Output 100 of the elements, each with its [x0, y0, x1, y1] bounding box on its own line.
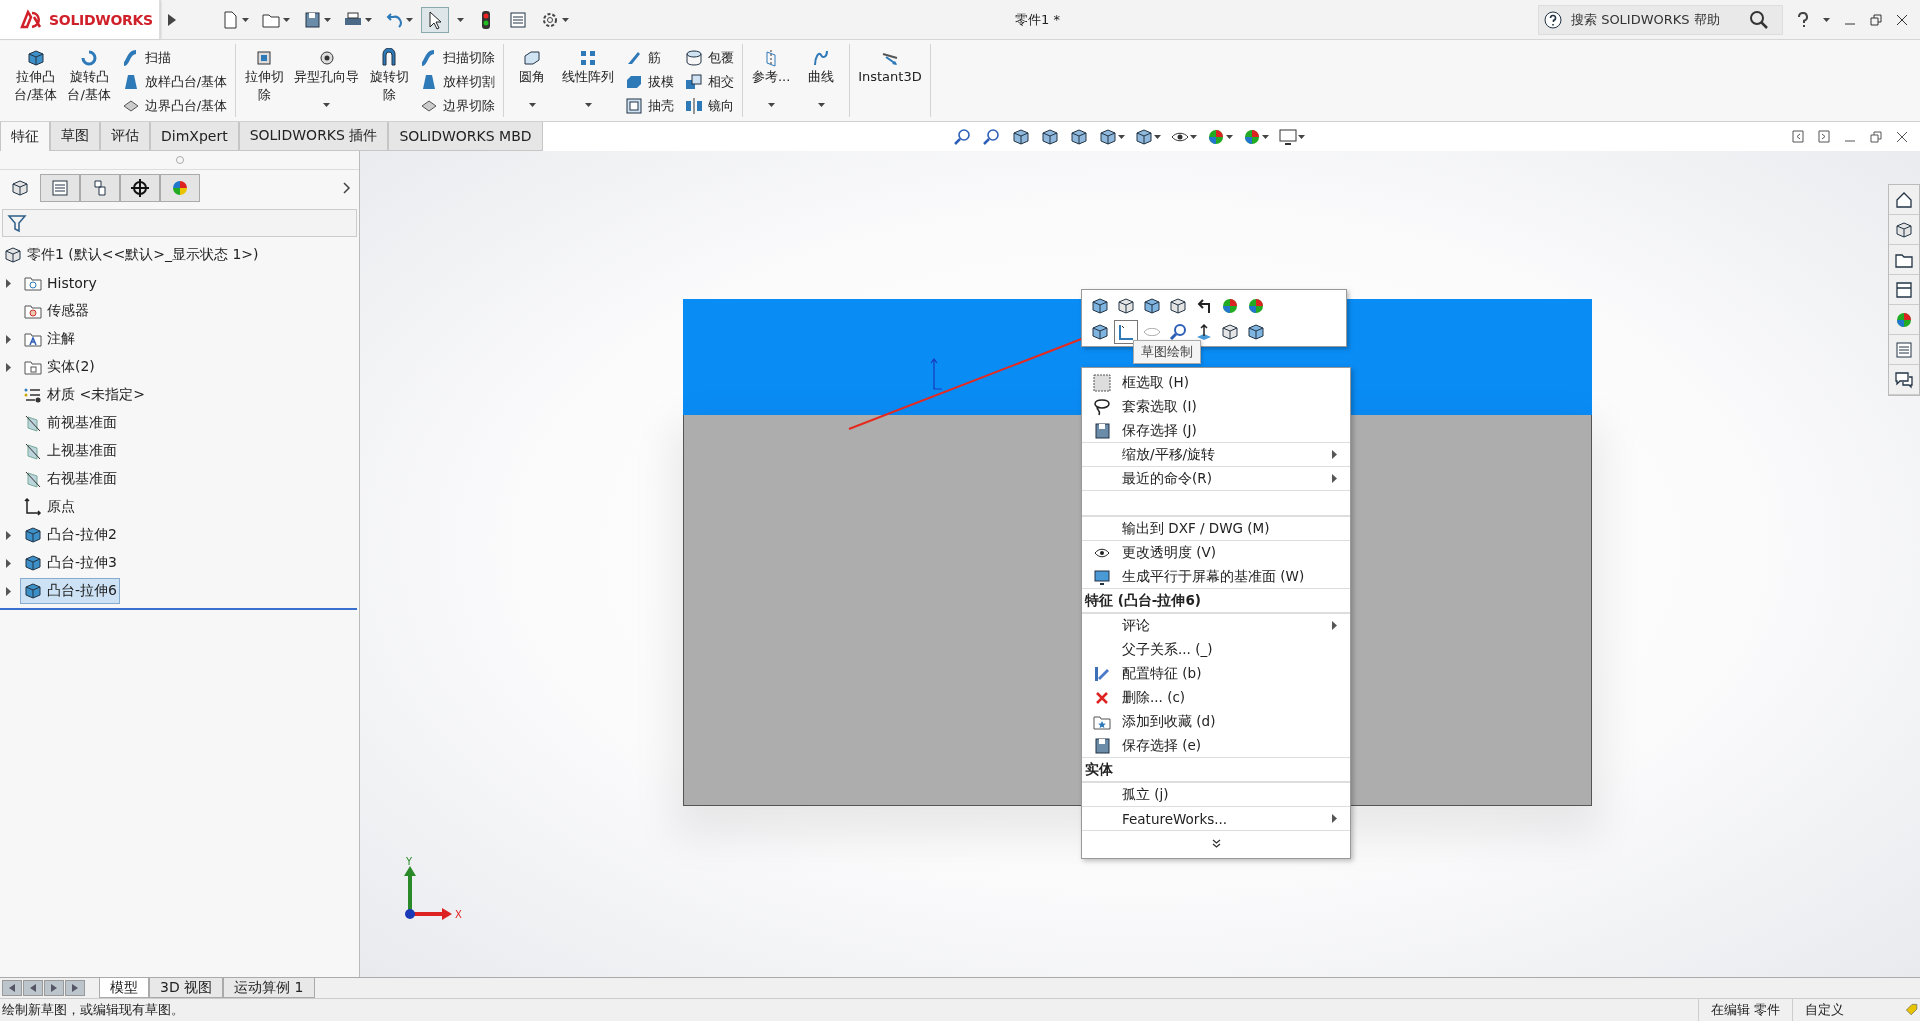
view-toolbar-button[interactable] [1010, 126, 1031, 147]
view-toolbar-button[interactable] [1097, 126, 1125, 147]
units-status[interactable]: 自定义 [1792, 999, 1904, 1021]
expand-arrow-icon[interactable] [6, 278, 11, 288]
doc-restore-button[interactable] [1870, 130, 1882, 143]
expand-menu-button[interactable] [167, 13, 176, 26]
tree-item[interactable]: 传感器 [20, 298, 92, 324]
tree-item[interactable]: 上视基准面 [20, 438, 120, 464]
ribbon-tool[interactable]: 拉伸切 除 [242, 44, 287, 117]
ribbon-tool[interactable]: 参考... [749, 44, 794, 117]
menu-item[interactable]: 评论 [1082, 613, 1350, 637]
ribbon-tool[interactable]: 包覆 [682, 46, 737, 69]
menu-item[interactable]: 输出到 DXF / DWG (M) [1082, 516, 1350, 540]
ribbon-tool[interactable]: 筋 [622, 46, 677, 69]
ribbon-tool[interactable]: 旋转切 除 [367, 44, 412, 117]
view-toolbar-button[interactable] [952, 126, 973, 147]
command-tab[interactable]: SOLIDWORKS MBD [388, 122, 543, 151]
tree-item[interactable]: History [20, 270, 100, 296]
tab-scroll-button[interactable] [2, 980, 22, 996]
menu-item[interactable]: 保存选择 (J) [1082, 418, 1350, 442]
ribbon-tool[interactable]: 相交 [682, 70, 737, 93]
view-tab[interactable]: 运动算例 1 [223, 978, 315, 998]
ribbon-tool[interactable]: 边界凸台/基体 [118, 94, 230, 117]
tab-scroll-button[interactable] [23, 980, 43, 996]
command-tab[interactable]: DimXpert [150, 122, 239, 151]
menu-item[interactable]: 配置特征 (b) [1082, 661, 1350, 685]
menu-item[interactable]: 父子关系... (_) [1082, 637, 1350, 661]
view-tab[interactable]: 模型 [99, 978, 149, 998]
help-button[interactable] [1797, 11, 1809, 28]
menu-item[interactable]: 最近的命令(R) [1082, 466, 1350, 490]
ribbon-tool[interactable]: 圆角 [510, 44, 555, 117]
tree-item[interactable]: 实体(2) [20, 354, 98, 380]
doc-close-button[interactable] [1896, 130, 1908, 143]
view-toolbar-button[interactable] [1039, 126, 1060, 147]
ribbon-tool[interactable]: 镜向 [682, 94, 737, 117]
command-tab[interactable]: 草图 [50, 122, 100, 151]
search-icon [1749, 9, 1769, 30]
menu-item[interactable]: 孤立 (j) [1082, 782, 1350, 806]
panel-tab[interactable] [120, 174, 160, 202]
panel-right-icon [1818, 130, 1830, 143]
view-toolbar-button[interactable] [981, 126, 1002, 147]
menu-item[interactable]: 框选取 (H) [1082, 370, 1350, 394]
ribbon-tool[interactable]: 抽壳 [622, 94, 677, 117]
ribbon-tool[interactable]: 边界切除 [417, 94, 498, 117]
expand-arrow-icon[interactable] [6, 558, 11, 568]
ribbon-tool[interactable]: 放样切割 [417, 70, 498, 93]
ribbon-tool[interactable]: Instant3D [856, 44, 924, 117]
plane-icon [23, 413, 43, 433]
ribbon-tool[interactable]: 扫描切除 [417, 46, 498, 69]
ribbon-tool[interactable]: 曲线 [799, 44, 844, 117]
help-search-field[interactable]: 搜索 SOLIDWORKS 帮助 [1569, 11, 1743, 28]
chat-icon [1894, 369, 1914, 390]
command-tab[interactable]: 评估 [100, 122, 150, 151]
ribbon-tool[interactable]: 放样凸台/基体 [118, 70, 230, 93]
expand-arrow-icon[interactable] [6, 530, 11, 540]
part-icon [3, 245, 23, 265]
ribbon-tool[interactable]: 旋转凸 台/基体 [65, 44, 113, 117]
view-toolbar-button[interactable] [1277, 126, 1305, 147]
ribbon-tool[interactable]: 拔模 [622, 70, 677, 93]
view-tab[interactable]: 3D 视图 [149, 978, 224, 998]
ribbon-tool[interactable]: 拉伸凸 台/基体 [12, 44, 60, 117]
expand-panel-button[interactable] [343, 182, 351, 194]
menu-item[interactable]: 保存选择 (e) [1082, 733, 1350, 757]
menu-item[interactable]: 更改透明度 (V) [1082, 540, 1350, 564]
tree-item[interactable]: 原点 [20, 494, 78, 520]
tree-item[interactable]: 凸台-拉伸6 [20, 578, 120, 604]
expand-arrow-icon[interactable] [6, 362, 11, 372]
expand-arrow-icon[interactable] [6, 586, 11, 596]
menu-item[interactable]: 删除... (c) [1082, 685, 1350, 709]
tree-item[interactable]: 凸台-拉伸3 [20, 550, 120, 576]
tab-scroll-button[interactable] [65, 980, 85, 996]
tree-item[interactable]: 前视基准面 [20, 410, 120, 436]
ribbon-tool[interactable]: 扫描 [118, 46, 230, 69]
tile-left-button[interactable] [1792, 130, 1804, 143]
tile-right-button[interactable] [1818, 130, 1830, 143]
tree-item[interactable]: 右视基准面 [20, 466, 120, 492]
menu-item[interactable]: 生成平行于屏幕的基准面 (W) [1082, 564, 1350, 588]
select-button[interactable] [420, 6, 449, 33]
tree-item[interactable]: 凸台-拉伸2 [20, 522, 120, 548]
cube-icon [1894, 219, 1914, 240]
view-toolbar-button[interactable] [1133, 126, 1161, 147]
command-tab[interactable]: 特征 [0, 122, 50, 151]
ribbon-tool[interactable]: 线性阵列 [560, 44, 617, 117]
menu-item[interactable]: 套索选取 (I) [1082, 394, 1350, 418]
filter-field[interactable] [2, 209, 357, 237]
tree-item[interactable]: 注解 [20, 326, 78, 352]
expand-arrow-icon[interactable] [6, 334, 11, 344]
restore-button[interactable] [1870, 13, 1882, 26]
menu-item[interactable]: 添加到收藏 (d) [1082, 709, 1350, 733]
close-button[interactable] [1896, 13, 1908, 26]
menu-item[interactable]: FeatureWorks... [1082, 806, 1350, 830]
search-box[interactable]: 搜索 SOLIDWORKS 帮助 [1538, 4, 1783, 35]
ribbon-tool[interactable]: 异型孔向导 [292, 44, 362, 117]
tree-item[interactable]: 材质 <未指定> [20, 382, 148, 408]
menu-item[interactable]: 缩放/平移/旋转 [1082, 442, 1350, 466]
caret-icon [1823, 17, 1830, 22]
command-tab[interactable]: SOLIDWORKS 插件 [238, 122, 389, 151]
caret-icon [323, 103, 331, 107]
view-toolbar-button[interactable] [1068, 126, 1089, 147]
tab-scroll-button[interactable] [44, 980, 64, 996]
